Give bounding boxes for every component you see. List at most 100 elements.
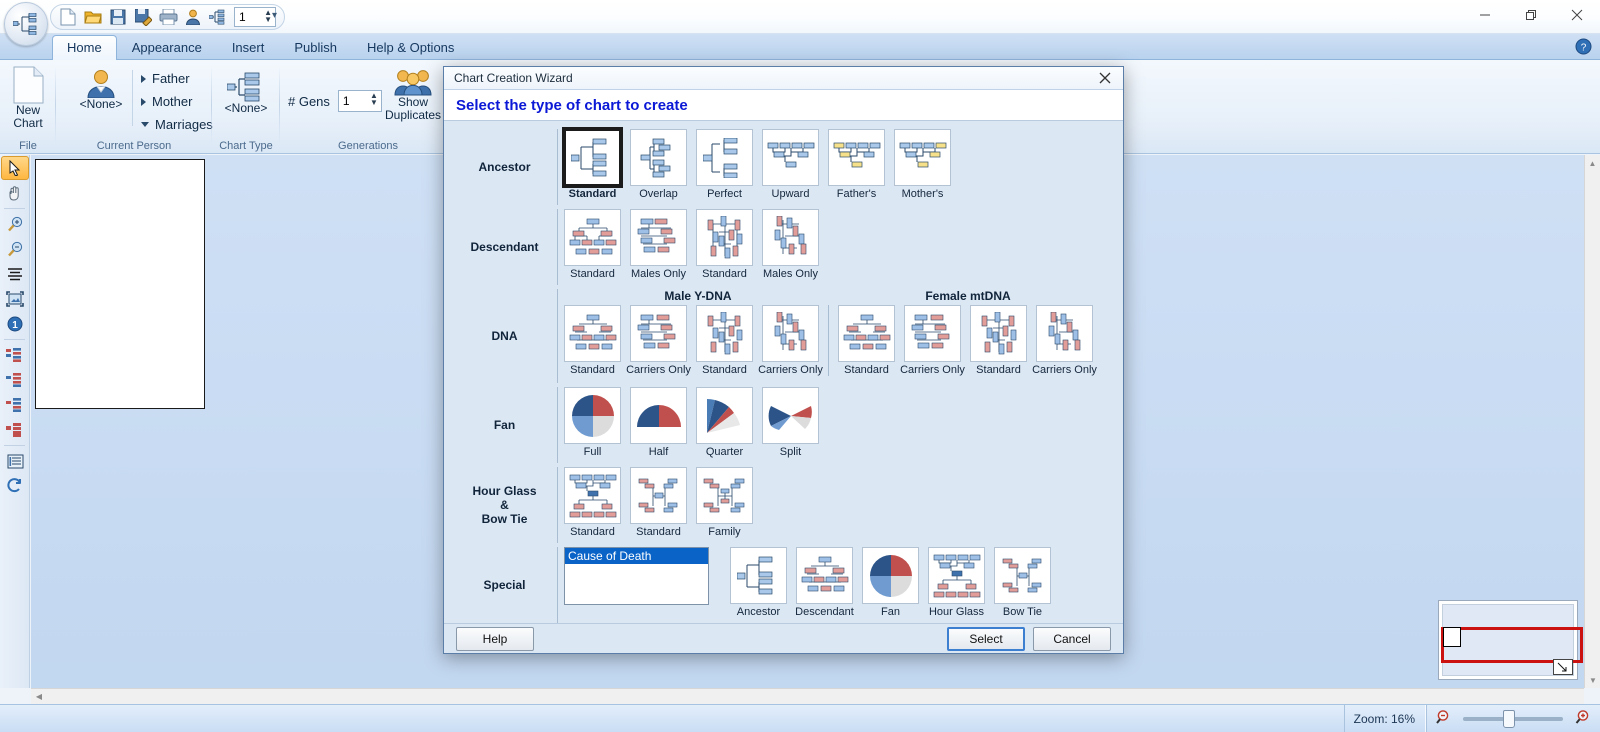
list-panel-icon[interactable] — [1, 449, 29, 473]
app-orb-button[interactable] — [4, 2, 48, 46]
option-descendant-standard-vertical[interactable]: Standard — [696, 209, 753, 280]
tab-help-options[interactable]: Help & Options — [352, 35, 469, 60]
menu-item-mother[interactable]: Mother — [138, 93, 216, 110]
caption: Perfect — [707, 188, 742, 201]
option-bowtie-family[interactable]: Family — [696, 467, 753, 538]
zoom-slider[interactable] — [1463, 709, 1563, 728]
quick-access-spinner[interactable]: 1 ▲ ▼ — [234, 7, 276, 27]
resize-grip-icon[interactable] — [1553, 659, 1573, 675]
print-icon[interactable] — [157, 6, 179, 28]
tab-home[interactable]: Home — [52, 35, 117, 60]
open-folder-icon[interactable] — [82, 6, 104, 28]
chart-page[interactable] — [35, 159, 205, 409]
zoom-in-icon[interactable] — [1, 212, 29, 236]
show-duplicates-button[interactable]: Show Duplicates — [378, 68, 448, 122]
person-icon[interactable] — [182, 6, 204, 28]
scroll-down-arrow-icon[interactable]: ▼ — [1585, 672, 1600, 688]
tree-red-icon[interactable] — [1, 368, 29, 392]
option-dna-y-carriers[interactable]: Carriers Only — [626, 305, 691, 376]
fit-image-icon[interactable] — [1, 287, 29, 311]
zoom-out-icon[interactable] — [1, 237, 29, 261]
option-dna-y-standard-vertical[interactable]: Standard — [696, 305, 753, 376]
option-hourglass-standard[interactable]: Standard — [564, 467, 621, 538]
refresh-icon[interactable] — [1, 474, 29, 498]
option-ancestor-overlap[interactable]: Overlap — [630, 129, 687, 200]
save-icon[interactable] — [107, 6, 129, 28]
help-circle-icon[interactable]: ? — [1575, 38, 1592, 58]
option-special-fan[interactable]: Fan — [862, 547, 919, 618]
scroll-up-arrow-icon[interactable]: ▲ — [1585, 155, 1600, 171]
option-descendant-males-only-vertical[interactable]: Males Only — [762, 209, 819, 280]
close-icon[interactable] — [1093, 67, 1117, 89]
align-text-icon[interactable] — [1, 262, 29, 286]
spinner-arrows[interactable]: ▲ ▼ — [264, 9, 272, 24]
option-dna-mt-standard[interactable]: Standard — [838, 305, 895, 376]
restore-icon[interactable] — [1508, 0, 1554, 30]
option-bowtie-standard[interactable]: Standard — [630, 467, 687, 538]
option-ancestor-standard[interactable]: Standard — [564, 129, 621, 200]
special-chart-listbox[interactable]: Cause of Death — [564, 547, 709, 606]
new-chart-button[interactable]: New Chart — [0, 66, 56, 130]
cancel-button[interactable]: Cancel — [1033, 626, 1111, 651]
tab-appearance[interactable]: Appearance — [117, 35, 217, 60]
number-one-icon[interactable]: 1 — [1, 312, 29, 336]
tree-blue-red-icon[interactable] — [1, 343, 29, 367]
option-dna-mt-carriers-vertical[interactable]: Carriers Only — [1032, 305, 1097, 376]
help-button[interactable]: Help — [456, 626, 534, 651]
option-dna-y-standard[interactable]: Standard — [564, 305, 621, 376]
tree-red-solid-icon[interactable] — [1, 418, 29, 442]
option-special-bowtie[interactable]: Bow Tie — [994, 547, 1051, 618]
option-dna-mt-carriers[interactable]: Carriers Only — [900, 305, 965, 376]
tab-publish[interactable]: Publish — [279, 35, 352, 60]
list-item[interactable]: Cause of Death — [565, 548, 708, 565]
option-special-descendant[interactable]: Descendant — [795, 547, 854, 618]
current-person-button[interactable]: <None> — [70, 68, 132, 111]
subhead-male-y-dna: Male Y-DNA — [664, 289, 732, 304]
caption: Carriers Only — [626, 364, 691, 377]
horizontal-scrollbar[interactable]: ◀ — [31, 688, 1584, 704]
special-descendant-icon — [796, 547, 853, 605]
fan-split-icon — [762, 387, 819, 445]
minimize-icon[interactable] — [1462, 0, 1508, 30]
vertical-scrollbar[interactable]: ▲ ▼ — [1584, 155, 1600, 688]
chart-type-button[interactable]: <None> — [212, 72, 280, 115]
zoom-slider-thumb[interactable] — [1503, 709, 1515, 728]
option-fan-half[interactable]: Half — [630, 387, 687, 458]
option-descendant-standard[interactable]: Standard — [564, 209, 621, 280]
option-dna-mt-standard-vertical[interactable]: Standard — [970, 305, 1027, 376]
hourglass-bowtie-options: Standard Standard Family — [564, 467, 753, 538]
new-icon[interactable] — [57, 6, 79, 28]
option-fan-full[interactable]: Full — [564, 387, 621, 458]
option-fan-quarter[interactable]: Quarter — [696, 387, 753, 458]
dialog-title-bar: Chart Creation Wizard — [444, 67, 1123, 90]
tree-blue-icon[interactable] — [1, 393, 29, 417]
zoom-in-icon[interactable] — [1573, 709, 1590, 729]
menu-item-father[interactable]: Father — [138, 70, 216, 87]
option-descendant-males-only[interactable]: Males Only — [630, 209, 687, 280]
option-dna-y-carriers-vertical[interactable]: Carriers Only — [758, 305, 823, 376]
minimap-viewport-rect[interactable] — [1441, 627, 1583, 663]
minimap-panel[interactable] — [1438, 600, 1583, 680]
option-special-ancestor[interactable]: Ancestor — [730, 547, 787, 618]
menu-item-marriages[interactable]: Marriages — [138, 116, 216, 133]
caption: Standard — [570, 364, 615, 377]
scroll-left-arrow-icon[interactable]: ◀ — [31, 689, 47, 704]
gens-spinner[interactable]: 1 ▲ ▼ — [337, 90, 382, 112]
dialog-title: Chart Creation Wizard — [454, 71, 573, 85]
select-button[interactable]: Select — [947, 626, 1025, 651]
chart-tree-icon[interactable] — [207, 6, 229, 28]
option-ancestor-mothers[interactable]: Mother's — [894, 129, 951, 200]
option-special-hourglass[interactable]: Hour Glass — [928, 547, 985, 618]
save-as-icon[interactable] — [132, 6, 154, 28]
select-arrow-icon[interactable] — [1, 156, 29, 180]
hand-pan-icon[interactable] — [1, 181, 29, 205]
close-icon[interactable] — [1554, 0, 1600, 30]
option-ancestor-fathers[interactable]: Father's — [828, 129, 885, 200]
option-ancestor-upward[interactable]: Upward — [762, 129, 819, 200]
option-ancestor-perfect[interactable]: Perfect — [696, 129, 753, 200]
option-fan-split[interactable]: Split — [762, 387, 819, 458]
zoom-out-icon[interactable] — [1436, 709, 1453, 729]
gens-spinner-arrows[interactable]: ▲ ▼ — [370, 92, 378, 107]
quick-access-overflow-icon[interactable]: ▾ — [272, 10, 277, 21]
tab-insert[interactable]: Insert — [217, 35, 280, 60]
